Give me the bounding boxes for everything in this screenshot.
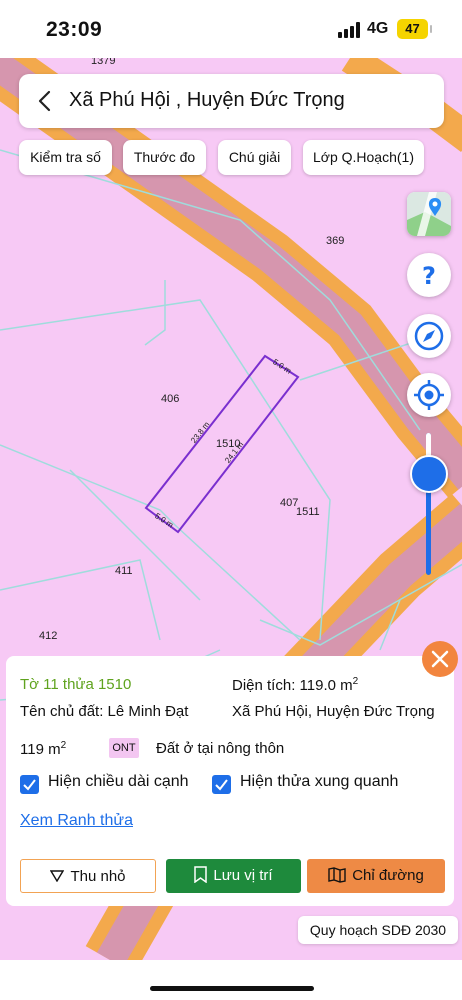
parcel-area-unit-exponent: 2 [352,676,359,687]
search-bar[interactable]: Xã Phú Hội , Huyện Đức Trọng [19,74,444,128]
crosshair-icon [414,380,444,410]
status-bar: 23:09 4G 47 [0,0,462,58]
directions-label: Chỉ đường [352,867,424,884]
view-boundary-link[interactable]: Xem Ranh thửa [20,812,133,830]
map-parcel-label: 411 [115,565,133,577]
land-area-short-text: 119 m [20,741,61,758]
land-type: Đất ở tại nông thôn [156,740,285,757]
land-code-badge: ONT [109,738,139,758]
zoom-slider-thumb[interactable] [410,455,448,493]
check-icon [215,779,228,791]
location-title: Xã Phú Hội , Huyện Đức Trọng [69,89,345,111]
show-neighbors-checkbox[interactable] [212,775,231,794]
question-icon: ? [422,262,436,290]
chip-legend[interactable]: Chú giải [218,140,291,175]
map-parcel-label: 412 [39,630,58,642]
close-panel-button[interactable] [422,641,458,677]
triangle-down-icon [50,869,65,882]
parcel-id: Tờ 11 thửa 1510 [20,676,132,693]
planning-year-badge[interactable]: Quy hoạch SDĐ 2030 [298,916,458,944]
land-area-short: 119 m2 [20,740,66,758]
map-parcel-label: 369 [326,235,345,247]
signal-icon [338,22,362,38]
map-icon [328,866,346,883]
map-parcel-label: 1511 [296,506,320,518]
svg-text:?: ? [422,262,436,290]
show-edge-length-checkbox[interactable] [20,775,39,794]
chip-check-number[interactable]: Kiểm tra số [19,140,112,175]
help-button[interactable]: ? [407,253,451,297]
save-location-button[interactable]: Lưu vị trí [166,859,301,893]
home-indicator[interactable] [150,986,314,991]
map-type-button[interactable] [407,192,451,236]
parcel-area-text: Diện tích: 119.0 m [232,677,353,694]
status-time: 23:09 [46,18,103,41]
show-edge-length-label[interactable]: Hiện chiều dài cạnh [48,773,189,791]
directions-button[interactable]: Chỉ đường [307,859,445,893]
close-icon [431,650,449,668]
my-location-button[interactable] [407,373,451,417]
collapse-button-label: Thu nhỏ [70,868,126,885]
check-icon [23,779,36,791]
chip-ruler[interactable]: Thước đo [123,140,206,175]
show-neighbors-label[interactable]: Hiện thửa xung quanh [240,773,398,791]
parcel-location: Xã Phú Hội, Huyện Đức Trọng [232,703,435,720]
save-location-label: Lưu vị trí [213,867,273,884]
collapse-button[interactable]: Thu nhỏ [20,859,156,893]
map-layer-icon [407,192,451,236]
owner-name: Tên chủ đất: Lê Minh Đạt [20,703,189,720]
map-parcel-label: 406 [161,393,180,405]
bookmark-icon [194,866,208,884]
battery-icon: 47 [397,19,432,39]
compass-button[interactable] [407,314,451,358]
network-type: 4G [367,20,389,37]
back-arrow-icon[interactable] [33,87,59,115]
land-area-short-exponent: 2 [60,740,67,751]
map-parcel-label: 1379 [91,58,116,67]
bottom-safe-area [0,960,462,1000]
parcel-area: Diện tích: 119.0 m2 [232,676,358,694]
chip-planning-layer[interactable]: Lớp Q.Hoạch(1) [303,140,424,175]
compass-icon [414,321,444,351]
